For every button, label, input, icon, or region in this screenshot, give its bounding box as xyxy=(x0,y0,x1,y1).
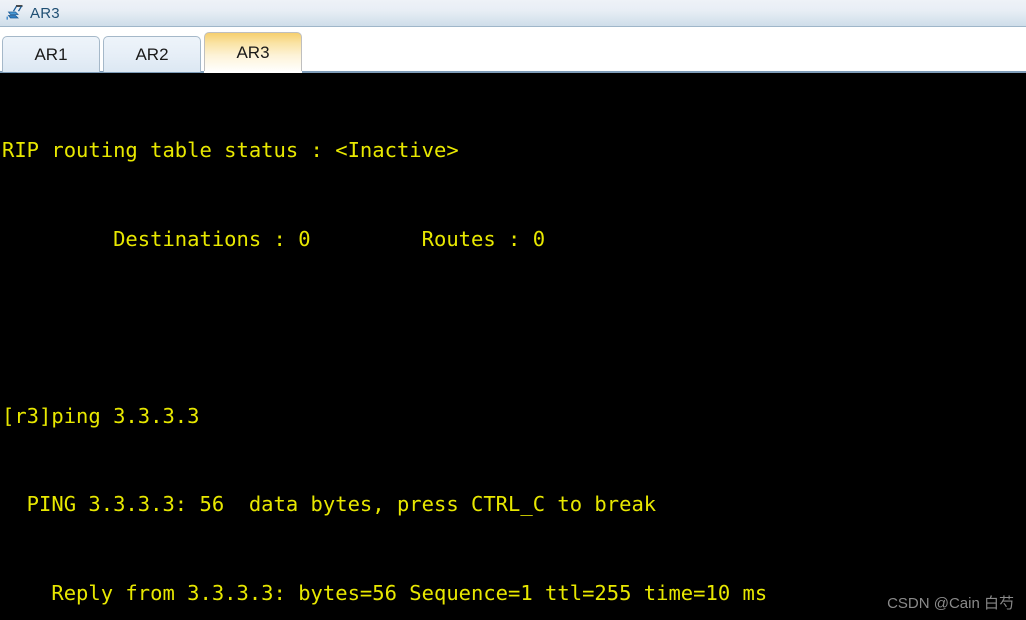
window-title: AR3 xyxy=(30,4,60,22)
terminal-line-command: [r3]ping 3.3.3.3 xyxy=(2,403,200,428)
device-tab-strip: AR1 AR2 AR3 xyxy=(0,27,1026,73)
tab-ar1-label: AR1 xyxy=(34,44,68,64)
terminal-line: RIP routing table status : <Inactive> xyxy=(2,138,459,162)
terminal-line: Destinations : 0 Routes : 0 xyxy=(2,226,546,251)
tab-ar2[interactable]: AR2 xyxy=(103,36,201,72)
csdn-watermark: CSDN @Cain 白芍 xyxy=(887,595,1014,612)
tab-ar3[interactable]: AR3 xyxy=(204,32,302,73)
terminal-output: RIP routing table status : <Inactive> De… xyxy=(2,77,1026,620)
router-device-icon xyxy=(5,3,25,23)
terminal-line: PING 3.3.3.3: 56 data bytes, press CTRL_… xyxy=(2,492,657,516)
terminal-window: AR3 AR1 AR2 AR3 RIP routing table status… xyxy=(0,0,1026,620)
tab-ar1[interactable]: AR1 xyxy=(2,36,100,72)
tab-ar3-label: AR3 xyxy=(236,42,270,62)
tab-ar2-label: AR2 xyxy=(135,44,169,64)
window-titlebar: AR3 xyxy=(0,0,1026,27)
terminal-line: Reply from 3.3.3.3: bytes=56 Sequence=1 … xyxy=(2,580,768,605)
terminal-console[interactable]: RIP routing table status : <Inactive> De… xyxy=(0,73,1026,620)
